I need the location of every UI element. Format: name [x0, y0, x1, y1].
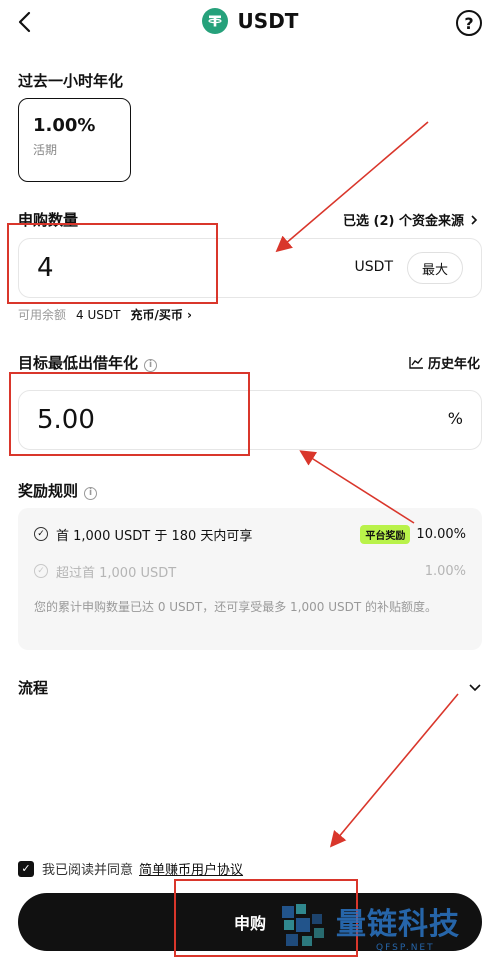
- rule-note: 您的累计申购数量已达 0 USDT，还可享受最多 1,000 USDT 的补贴额…: [34, 600, 438, 614]
- watermark-subtext: QFSP.NET: [376, 943, 435, 953]
- watermark: 量链科技 QFSP.NET: [278, 898, 493, 954]
- apy-rate-card[interactable]: 1.00% 活期: [18, 98, 131, 182]
- rules-card: ✓ 首 1,000 USDT 于 180 天内可享 平台奖励 10.00% ✓ …: [18, 508, 482, 650]
- check-circle-icon: ✓: [34, 527, 48, 541]
- header-title-group: USDT: [0, 8, 500, 34]
- platform-reward-badge: 平台奖励: [360, 524, 411, 544]
- annotation-arrow-submit: [329, 693, 459, 848]
- trend-chart-icon: [409, 357, 423, 369]
- page-title: USDT: [237, 9, 299, 33]
- chevron-down-icon: [469, 683, 481, 691]
- watermark-logo-icon: [282, 904, 324, 946]
- history-rate-text: 历史年化: [427, 357, 480, 372]
- history-rate-link[interactable]: 历史年化: [409, 353, 480, 372]
- fund-source-link[interactable]: 已选 (2) 个资金来源: [343, 210, 480, 229]
- app-header: USDT ?: [0, 0, 500, 46]
- target-rate-input[interactable]: 5.00: [37, 405, 95, 435]
- rule-row-second-tier: ✓ 超过首 1,000 USDT 1.00%: [34, 562, 466, 581]
- topup-link[interactable]: 充币/买币 ›: [130, 306, 192, 323]
- percent-unit: %: [447, 409, 463, 428]
- rules-section-label: 奖励规则 i: [18, 480, 98, 501]
- agreement-checkbox[interactable]: ✓: [18, 860, 34, 877]
- help-icon[interactable]: ?: [456, 10, 482, 36]
- annotation-arrow-amount: [275, 121, 429, 253]
- available-value: 4 USDT: [76, 307, 121, 322]
- available-balance-row: 可用余额 4 USDT 充币/买币 ›: [18, 306, 192, 323]
- amount-unit: USDT: [354, 259, 393, 275]
- watermark-text: 量链科技: [336, 907, 460, 942]
- agreement-link[interactable]: 简单赚币用户协议: [139, 859, 243, 878]
- rule-text: 首 1,000 USDT 于 180 天内可享: [56, 528, 253, 544]
- chevron-right-icon: [471, 214, 478, 225]
- target-rate-section-label: 目标最低出借年化 i: [18, 352, 158, 373]
- flow-label: 流程: [18, 679, 49, 697]
- amount-input[interactable]: 4: [37, 253, 54, 283]
- agreement-row: ✓ 我已阅读并同意 简单赚币用户协议: [18, 859, 243, 878]
- target-rate-input-box[interactable]: 5.00 %: [18, 390, 482, 450]
- tether-logo-icon: [201, 8, 228, 34]
- rule-rate: 1.00%: [424, 563, 466, 579]
- apy-rate-value: 1.00%: [33, 115, 96, 136]
- apy-type-label: 活期: [33, 143, 58, 157]
- agreement-text: 我已阅读并同意: [42, 863, 134, 878]
- info-icon[interactable]: i: [84, 487, 98, 500]
- check-circle-icon: ✓: [34, 564, 48, 578]
- flow-expander[interactable]: 流程: [18, 677, 482, 698]
- apy-section-label: 过去一小时年化: [18, 72, 124, 90]
- rule-rate: 10.00%: [416, 526, 466, 542]
- amount-input-box[interactable]: 4 USDT 最大: [18, 238, 482, 298]
- available-label: 可用余额: [18, 308, 67, 322]
- info-icon[interactable]: i: [144, 359, 158, 372]
- amount-section-label: 申购数量: [18, 211, 79, 229]
- fund-source-text: 已选 (2) 个资金来源: [343, 214, 464, 229]
- rule-row-first-tier: ✓ 首 1,000 USDT 于 180 天内可享 平台奖励 10.00%: [34, 524, 466, 544]
- rule-text: 超过首 1,000 USDT: [56, 565, 177, 581]
- max-button[interactable]: 最大: [407, 252, 463, 284]
